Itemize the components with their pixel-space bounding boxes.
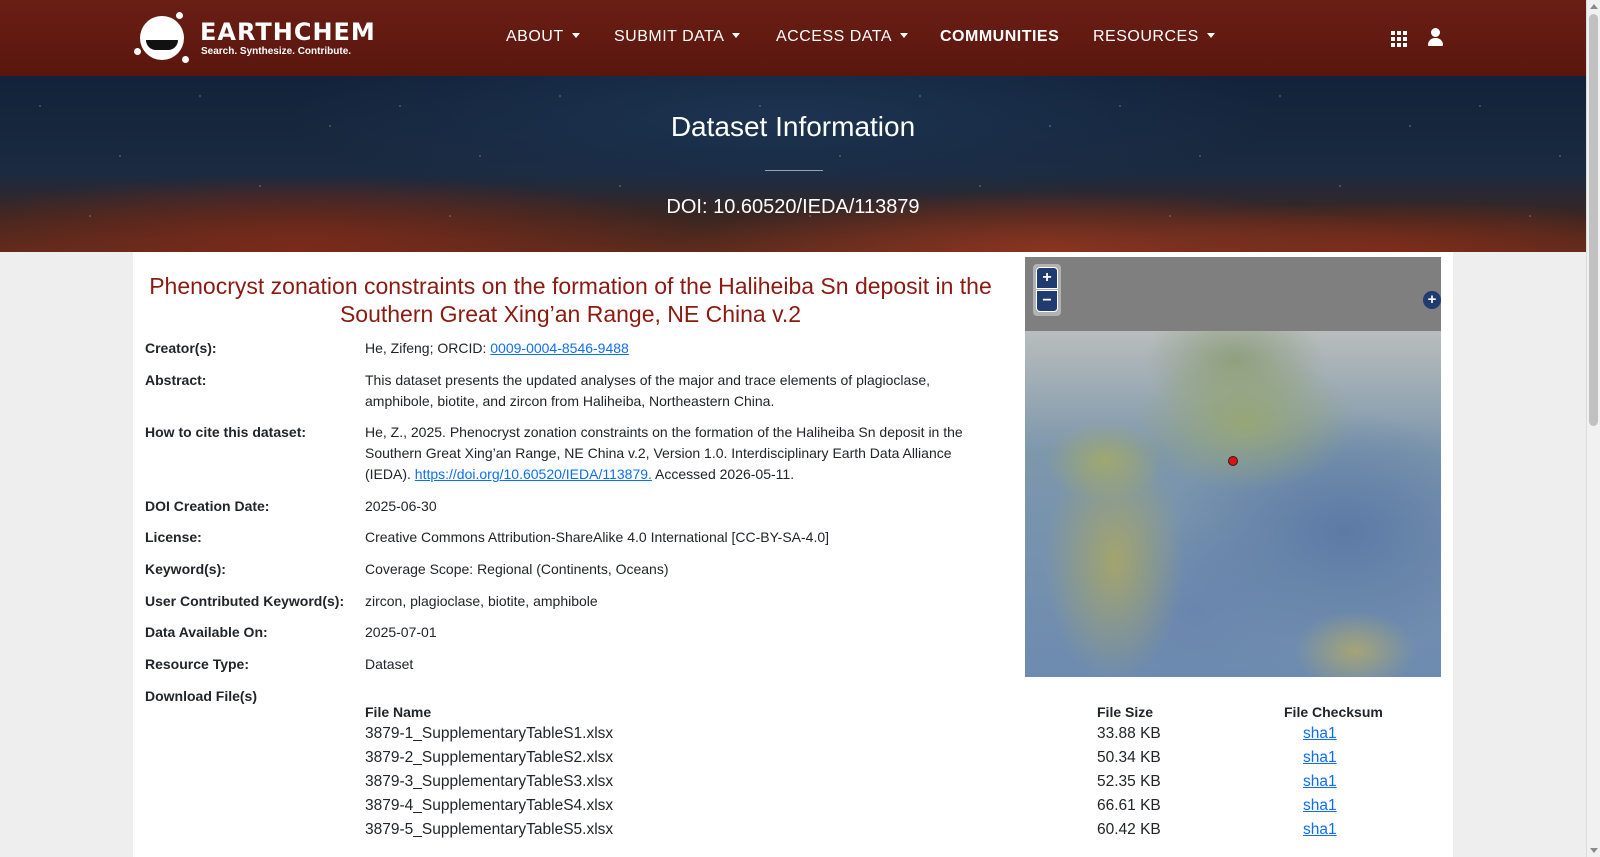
top-navbar: EARTHCHEM Search. Synthesize. Contribute… [0,0,1586,76]
nav-resources-label: RESOURCES [1093,28,1199,45]
nav-access-data[interactable]: ACCESS DATA [776,28,909,46]
nav-submit-label: SUBMIT DATA [614,28,725,45]
file-size: 52.35 KB [1097,773,1161,790]
resource-type-label: Resource Type: [145,656,249,672]
doi-link[interactable]: https://doi.org/10.60520/IEDA/113879. [415,466,652,482]
abstract-value: This dataset presents the updated analys… [365,372,931,409]
file-size: 33.88 KB [1097,725,1161,742]
orcid-link[interactable]: 0009-0004-8546-9488 [490,340,629,356]
doi-date-value: 2025-06-30 [365,498,437,514]
file-name-link[interactable]: 3879-5_SupplementaryTableS5.xlsx [365,821,613,839]
checksum-link[interactable]: sha1 [1303,725,1337,743]
file-checksum-header: File Checksum [1284,704,1383,720]
dataset-location-map[interactable]: + − + [1025,257,1441,677]
download-files-label: Download File(s) [145,688,257,704]
nav-resources[interactable]: RESOURCES [1093,28,1215,46]
hero-divider [765,170,823,171]
logo-dot [134,48,141,55]
keywords-label: Keyword(s): [145,561,226,577]
nav-submit-data[interactable]: SUBMIT DATA [614,28,741,46]
table-row: 3879-1_SupplementaryTableS1.xlsx 33.88 K… [365,725,1365,749]
file-name-link[interactable]: 3879-3_SupplementaryTableS3.xlsx [365,773,613,791]
caret-down-icon [732,33,741,38]
caret-down-icon [1206,33,1215,38]
page-scrollbar[interactable] [1586,0,1600,857]
dataset-title: Phenocryst zonation constraints on the f… [149,273,992,327]
logo-dot [176,12,183,19]
world-map-tiles[interactable] [1025,331,1441,677]
table-row: 3879-5_SupplementaryTableS5.xlsx 60.42 K… [365,821,1365,845]
zoom-in-button[interactable]: + [1036,267,1058,289]
cite-label: How to cite this dataset: [145,424,307,440]
file-name-link[interactable]: 3879-4_SupplementaryTableS4.xlsx [365,797,613,815]
cite-accessed: Accessed 2026-05-11. [651,466,795,482]
page-title: Dataset Information [670,111,916,142]
caret-down-icon [571,33,580,38]
zoom-out-button[interactable]: − [1036,290,1058,312]
resource-type-value: Dataset [365,656,414,672]
dataset-doi: DOI: 10.60520/IEDA/113879 [666,196,920,218]
table-row: 3879-4_SupplementaryTableS4.xlsx 66.61 K… [365,797,1365,821]
nav-communities[interactable]: COMMUNITIES [940,28,1059,46]
map-expand-button[interactable]: + [1423,291,1441,309]
license-value: Creative Commons Attribution-ShareAlike … [365,529,830,545]
checksum-link[interactable]: sha1 [1303,773,1337,791]
file-name-header: File Name [365,704,432,720]
scroll-thumb[interactable] [1589,14,1598,426]
user-keywords-value: zircon, plagioclase, biotite, amphibole [365,593,598,609]
starfield-background [0,76,1586,252]
cite-value: He, Z., 2025. Phenocryst zonation constr… [365,422,995,485]
map-empty-region [1025,257,1441,331]
logo-globe-icon [140,16,184,60]
nav-access-label: ACCESS DATA [776,28,893,45]
earthchem-logo[interactable]: EARTHCHEM Search. Synthesize. Contribute… [132,12,375,64]
caret-down-icon [900,33,909,38]
file-name-link[interactable]: 3879-2_SupplementaryTableS2.xlsx [365,749,613,767]
creators-text: He, Zifeng; ORCID: [365,340,491,356]
checksum-link[interactable]: sha1 [1303,749,1337,767]
creators-label: Creator(s): [145,340,217,356]
file-size: 50.34 KB [1097,749,1161,766]
scroll-down-icon[interactable] [1590,848,1598,853]
logo-tagline: Search. Synthesize. Contribute. [201,46,352,57]
location-marker-icon[interactable] [1228,456,1238,466]
nav-communities-label: COMMUNITIES [940,28,1060,45]
logo-text: EARTHCHEM [200,18,376,46]
user-keywords-label: User Contributed Keyword(s): [145,593,345,609]
nav-about-label: ABOUT [506,28,564,45]
keywords-value: Coverage Scope: Regional (Continents, Oc… [365,561,669,577]
hero-banner: Dataset Information DOI: 10.60520/IEDA/1… [0,76,1586,252]
file-size: 60.42 KB [1097,821,1161,838]
logo-dot [182,56,189,63]
apps-grid-icon[interactable] [1391,31,1407,47]
user-icon[interactable] [1427,28,1443,46]
table-row: 3879-3_SupplementaryTableS3.xlsx 52.35 K… [365,773,1365,797]
scroll-up-icon[interactable] [1590,4,1598,9]
file-size: 66.61 KB [1097,797,1161,814]
abstract-label: Abstract: [145,372,207,388]
checksum-link[interactable]: sha1 [1303,821,1337,839]
checksum-link[interactable]: sha1 [1303,797,1337,815]
nav-about[interactable]: ABOUT [506,28,580,46]
license-label: License: [145,529,202,545]
file-size-header: File Size [1097,704,1154,720]
available-label: Data Available On: [145,624,268,640]
table-row: 3879-2_SupplementaryTableS2.xlsx 50.34 K… [365,749,1365,773]
creators-value: He, Zifeng; ORCID: 0009-0004-8546-9488 [365,338,995,359]
available-value: 2025-07-01 [365,624,437,640]
file-name-link[interactable]: 3879-1_SupplementaryTableS1.xlsx [365,725,613,743]
doi-date-label: DOI Creation Date: [145,498,270,514]
